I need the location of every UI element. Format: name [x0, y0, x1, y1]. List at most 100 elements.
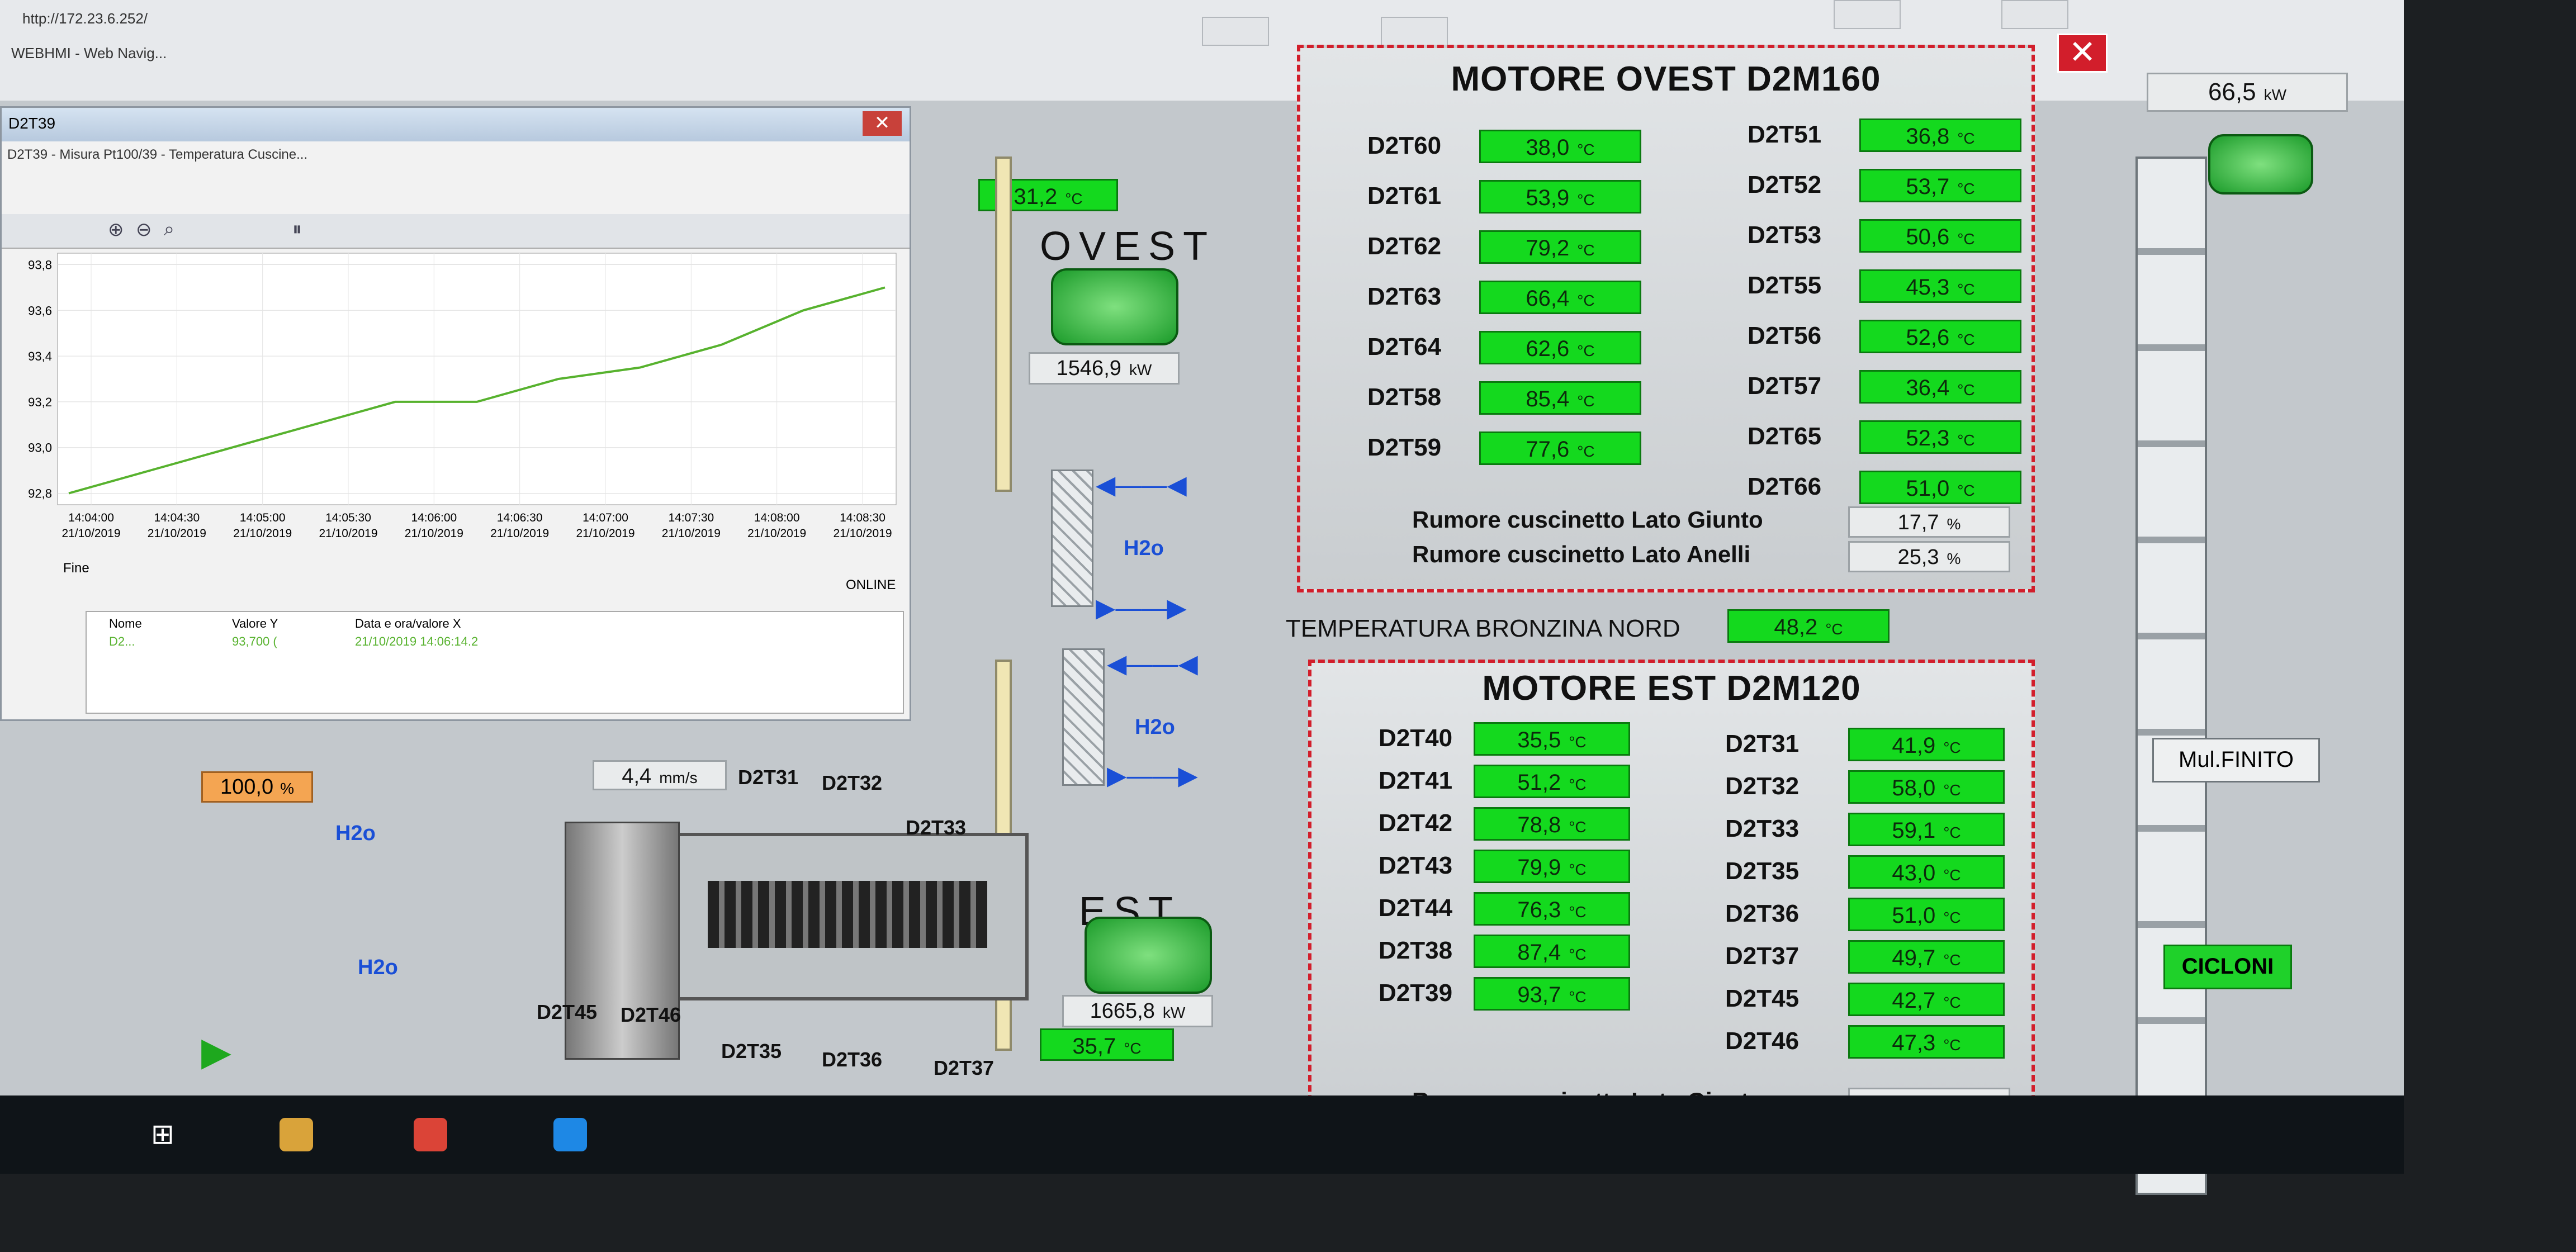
table-header: Nome [109, 616, 142, 630]
sensor-tag[interactable]: D2T43 [1379, 852, 1452, 880]
sensor-value: 38,0 °C [1479, 130, 1641, 163]
noise-value: 17,7% [1848, 506, 2010, 538]
sensor-value: 51,2 °C [1474, 765, 1630, 798]
sensor-tag[interactable]: D2T66 [1748, 473, 1821, 501]
search-icon[interactable]: ⌕ [164, 219, 174, 240]
browser-tab[interactable]: WEBHMI - Web Navig... [11, 45, 167, 62]
fine-label: Fine [63, 561, 89, 576]
water-in-arrow-icon: ◀——◀ [1107, 649, 1198, 678]
sensor-tag[interactable]: D2T39 [1379, 979, 1452, 1007]
x-tick-label: 21/10/2019 [148, 527, 206, 540]
toolbar-button[interactable] [1381, 17, 1448, 46]
sensor-tag[interactable]: D2T33 [1725, 815, 1799, 843]
zoom-out-icon[interactable]: ⊖ [136, 219, 152, 241]
start-icon[interactable]: ⊞ [151, 1118, 174, 1150]
panel-title: MOTORE OVEST D2M160 [1451, 60, 1881, 98]
browser-icon[interactable] [553, 1118, 587, 1151]
aux-motor-icon [2208, 134, 2313, 195]
sensor-tag[interactable]: D2T56 [1748, 322, 1821, 350]
sensor-tag[interactable]: D2T38 [1379, 937, 1452, 965]
sensor-tag[interactable]: D2T62 [1367, 233, 1441, 260]
mul-finito-label[interactable]: Mul.FINITO [2152, 738, 2320, 782]
toolbar-button[interactable] [1202, 17, 1269, 46]
status-badge: ONLINE [846, 577, 896, 592]
sensor-tag[interactable]: D2T58 [1367, 383, 1441, 411]
shaft-tag[interactable]: D2T45 [537, 1000, 597, 1024]
sensor-tag[interactable]: D2T40 [1379, 724, 1452, 752]
sensor-tag[interactable]: D2T45 [1725, 985, 1799, 1013]
sensor-tag[interactable]: D2T32 [1725, 772, 1799, 800]
sensor-tag[interactable]: D2T53 [1748, 221, 1821, 249]
shaft-tag[interactable]: D2T46 [621, 1003, 681, 1027]
sensor-value: 85,4 °C [1479, 381, 1641, 415]
sensor-value: 77,6 °C [1479, 431, 1641, 465]
zoom-in-icon[interactable]: ⊕ [108, 219, 124, 241]
bucket-elevator [2135, 156, 2207, 1195]
sensor-tag[interactable]: D2T63 [1367, 283, 1441, 311]
sensor-value: 87,4 °C [1474, 935, 1630, 968]
sensor-tag[interactable]: D2T35 [1725, 857, 1799, 885]
shaft-tag[interactable]: D2T31 [738, 766, 798, 789]
gearbox [671, 833, 1029, 1000]
sensor-value: 58,0 °C [1848, 770, 2005, 804]
sensor-value: 41,9 °C [1848, 728, 2005, 761]
table-header: Data e ora/valore X [355, 616, 461, 630]
sensor-value: 36,4 °C [1859, 370, 2021, 404]
y-tick-label: 93,2 [28, 395, 52, 409]
table-cell: D2... [109, 634, 135, 648]
play-icon[interactable]: ▶ [201, 1028, 231, 1074]
ovest-label: OVEST [1040, 224, 1216, 269]
shaft-tag[interactable]: D2T37 [934, 1056, 994, 1080]
cicloni-button[interactable]: CICLONI [2163, 945, 2292, 989]
sensor-tag[interactable]: D2T60 [1367, 132, 1441, 160]
sensor-tag[interactable]: D2T55 [1748, 272, 1821, 300]
sensor-tag[interactable]: D2T36 [1725, 900, 1799, 928]
noise-label: Rumore cuscinetto Lato Anelli [1412, 541, 1751, 567]
toolbar-button[interactable] [1834, 0, 1901, 29]
noise-value: 25,3% [1848, 541, 2010, 572]
sensor-tag[interactable]: D2T52 [1748, 171, 1821, 199]
noise-label: Rumore cuscinetto Lato Giunto [1412, 506, 1763, 533]
sensor-value: 50,6 °C [1859, 219, 2021, 253]
sensor-tag[interactable]: D2T57 [1748, 372, 1821, 400]
sensor-tag[interactable]: D2T44 [1379, 894, 1452, 922]
shaft-tag[interactable]: D2T35 [721, 1040, 782, 1063]
sensor-tag[interactable]: D2T42 [1379, 809, 1452, 837]
sensor-tag[interactable]: D2T37 [1725, 942, 1799, 970]
shaft-tag[interactable]: D2T32 [822, 771, 882, 795]
x-tick-label: 21/10/2019 [233, 527, 292, 540]
chrome-icon[interactable] [414, 1118, 447, 1151]
address-bar[interactable]: http://172.23.6.252/ [22, 10, 148, 27]
trend-titlebar: D2T39 ✕ [2, 108, 910, 141]
y-tick-label: 93,0 [28, 441, 52, 455]
sensor-value: 79,2 °C [1479, 230, 1641, 264]
sensor-value: 62,6 °C [1479, 331, 1641, 364]
close-icon[interactable]: ✕ [863, 111, 902, 136]
table-cell: 21/10/2019 14:06:14.2 [355, 634, 479, 648]
sensor-tag[interactable]: D2T31 [1725, 730, 1799, 758]
toolbar-button[interactable] [2001, 0, 2068, 29]
sensor-tag[interactable]: D2T65 [1748, 423, 1821, 450]
sensor-tag[interactable]: D2T59 [1367, 434, 1441, 462]
trend-toolbar: ⊕ ⊖ ⌕ ⏸ [2, 214, 910, 249]
sensor-value: 52,3 °C [1859, 420, 2021, 454]
close-icon[interactable]: ✕ [2057, 34, 2108, 73]
x-tick-label: 14:04:00 [68, 511, 114, 524]
folder-icon[interactable] [280, 1118, 313, 1151]
water-out-arrow-icon: ▶——▶ [1096, 593, 1187, 622]
water-in-arrow-icon: ◀——◀ [1096, 470, 1187, 499]
sensor-tag[interactable]: D2T51 [1748, 121, 1821, 149]
sensor-tag[interactable]: D2T41 [1379, 767, 1452, 795]
sensor-value: 43,0 °C [1848, 855, 2005, 889]
heat-exchanger-est [1062, 648, 1105, 786]
trend-subtitle: D2T39 - Misura Pt100/39 - Temperatura Cu… [7, 147, 308, 162]
sensor-tag[interactable]: D2T61 [1367, 182, 1441, 210]
sensor-tag[interactable]: D2T64 [1367, 333, 1441, 361]
shaft-tag[interactable]: D2T33 [906, 816, 966, 840]
shaft-tag[interactable]: D2T36 [822, 1048, 882, 1071]
ovest-power: 1546,9 kW [1029, 352, 1180, 385]
sensor-tag[interactable]: D2T46 [1725, 1027, 1799, 1055]
bronzina-label: TEMPERATURA BRONZINA NORD [1286, 615, 1680, 642]
pause-icon[interactable]: ⏸ [292, 219, 302, 240]
sensor-value: 51,0 °C [1859, 471, 2021, 504]
